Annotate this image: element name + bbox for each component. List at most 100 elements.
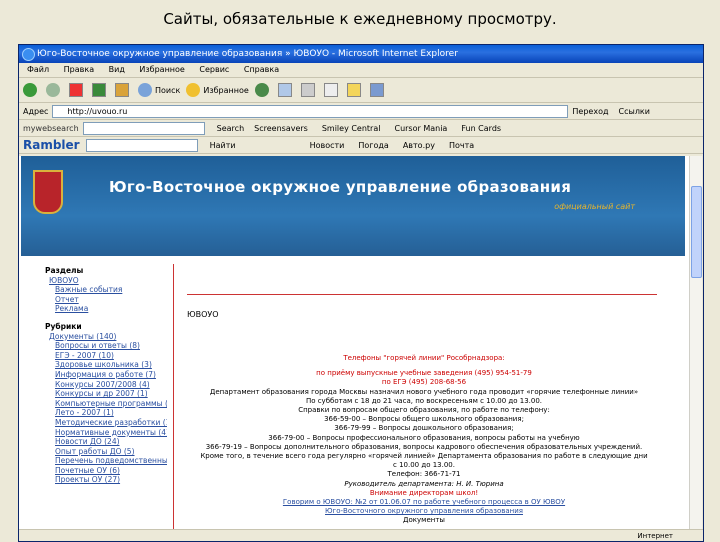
article-line: Департамент образования города Москвы на… — [209, 387, 639, 396]
status-bar: Интернет — [19, 529, 703, 541]
screensavers-button[interactable]: Screensavers — [254, 124, 308, 133]
edit-button[interactable] — [323, 83, 341, 97]
smiley-central-button[interactable]: Smiley Central — [322, 124, 381, 133]
header-divider — [187, 294, 657, 295]
rubric-link[interactable]: Опыт работы ДО (5) — [45, 447, 167, 457]
menu-view[interactable]: Вид — [109, 65, 125, 74]
rambler-logo: Rambler — [23, 138, 80, 152]
menu-tools[interactable]: Сервис — [199, 65, 229, 74]
hotline-phone-2: по ЕГЭ (495) 208-68-56 — [381, 378, 467, 387]
rubric-link[interactable]: Здоровье школьника (3) — [45, 360, 167, 370]
home-icon — [115, 83, 129, 97]
mail-icon — [277, 83, 292, 97]
site-subtitle: официальный сайт — [554, 202, 635, 211]
edit-icon — [323, 83, 338, 97]
rambler-toolbar: Rambler Найти Новости Погода Авто.ру Поч… — [19, 137, 703, 154]
home-button[interactable] — [115, 83, 132, 97]
stop-button[interactable] — [69, 83, 86, 97]
go-button[interactable]: Переход — [572, 107, 608, 116]
search-button[interactable]: Поиск — [138, 83, 180, 97]
rambler-news-button[interactable]: Новости — [310, 141, 345, 150]
site-title: Юго-Восточное окружное управление образо… — [109, 178, 572, 196]
rubric-link[interactable]: Информация о работе (7) — [45, 370, 167, 380]
links-button[interactable]: Ссылки — [619, 107, 650, 116]
favorites-button[interactable]: Избранное — [186, 83, 249, 97]
address-input[interactable]: http://uvouo.ru — [52, 104, 569, 118]
mywebsearch-toolbar: mywebsearch Search Screensavers Smiley C… — [19, 120, 703, 137]
rubric-link[interactable]: Методические разработки (1) — [45, 418, 167, 428]
status-zone: Интернет — [637, 532, 673, 540]
print-button[interactable] — [300, 83, 318, 97]
menu-edit[interactable]: Правка — [64, 65, 94, 74]
rambler-avto-button[interactable]: Авто.ру — [403, 141, 435, 150]
article-line: Кроме того, в течение всего года регуляр… — [200, 452, 648, 470]
article-phone: Телефон: 366-71-71 — [387, 470, 461, 479]
rubric-link[interactable]: Проекты ОУ (27) — [45, 475, 167, 485]
forward-arrow-icon — [46, 83, 60, 97]
window-titlebar[interactable]: Юго-Восточное окружное управление образо… — [19, 45, 703, 63]
rubric-link[interactable]: Перечень подведомственных ОУ (12) — [45, 456, 167, 466]
slide-title: Сайты, обязательные к ежедневному просмо… — [163, 10, 557, 28]
scrollbar-thumb[interactable] — [691, 186, 702, 278]
rubric-link[interactable]: Конкурсы и др 2007 (1) — [45, 389, 167, 399]
menu-favorites[interactable]: Избранное — [139, 65, 184, 74]
article-director: Руководитель департамента: Н. И. Тюрина — [344, 479, 504, 488]
hotline-phone-1: по приёму выпускные учебные заведения (4… — [316, 369, 532, 378]
window-title: Юго-Восточное окружное управление образо… — [37, 49, 458, 59]
menu-bar: Файл Правка Вид Избранное Сервис Справка — [19, 63, 703, 78]
article-line: 366-59-00 – Вопросы общего школьного обр… — [324, 415, 524, 424]
rubric-link[interactable]: Почетные ОУ (6) — [45, 466, 167, 476]
vertical-scrollbar[interactable] — [689, 156, 702, 530]
rubric-link[interactable]: ЕГЭ - 2007 (10) — [45, 351, 167, 361]
sidebar-heading-rubrics: Рубрики — [45, 321, 82, 331]
messenger-button[interactable] — [369, 83, 387, 97]
article-line: 366-79-99 – Вопросы дошкольного образова… — [334, 424, 514, 433]
mywebsearch-logo: mywebsearch — [23, 123, 79, 133]
search-icon — [138, 83, 152, 97]
sidebar-link[interactable]: ЮВОУО — [45, 276, 167, 286]
messenger-icon — [369, 83, 384, 97]
fun-cards-button[interactable]: Fun Cards — [461, 124, 501, 133]
address-bar: Адрес http://uvouo.ru Переход Ссылки — [19, 103, 703, 120]
article-link[interactable]: Юго-Восточного окружного управления обра… — [199, 507, 649, 516]
folder-button[interactable] — [346, 83, 364, 97]
folder-icon — [346, 83, 361, 97]
rubric-link[interactable]: Компьютерные программы (15) — [45, 399, 167, 409]
rubric-link[interactable]: Нормативные документы (4) — [45, 428, 167, 438]
rubric-link[interactable]: Вопросы и ответы (8) — [45, 341, 167, 351]
sidebar-link[interactable]: Реклама — [45, 304, 167, 314]
documents-label: Документы — [403, 516, 445, 525]
mail-button[interactable] — [277, 83, 295, 97]
history-button[interactable] — [254, 83, 272, 97]
article-line: По субботам с 18 до 21 часа, по воскресе… — [305, 396, 543, 405]
hotline-heading: Телефоны "горячей линии" Рособрнадзора: — [343, 354, 505, 362]
back-button[interactable] — [23, 83, 40, 97]
menu-file[interactable]: Файл — [27, 65, 49, 74]
forward-button[interactable] — [46, 83, 63, 97]
article-line: Справки по вопросам общего образования, … — [298, 406, 550, 415]
article-line: 366-79-19 – Вопросы дополнительного обра… — [205, 442, 643, 451]
cursor-mania-button[interactable]: Cursor Mania — [394, 124, 447, 133]
mywebsearch-input[interactable] — [82, 121, 205, 135]
rambler-find-button[interactable]: Найти — [210, 141, 236, 150]
sidebar: Разделы ЮВОУО Важные события Отчет Рекла… — [45, 264, 167, 526]
column-divider — [173, 264, 174, 530]
rubric-link[interactable]: Лето - 2007 (1) — [45, 408, 167, 418]
stop-icon — [69, 83, 83, 97]
sidebar-link[interactable]: Важные события — [45, 285, 167, 295]
page-content: Юго-Восточное окружное управление образо… — [19, 156, 689, 530]
rambler-mail-button[interactable]: Почта — [449, 141, 474, 150]
site-banner: Юго-Восточное окружное управление образо… — [21, 156, 685, 256]
rubric-link[interactable]: Документы (140) — [45, 332, 167, 342]
section-label: ЮВОУО — [187, 310, 219, 319]
article-link[interactable]: Говорим о ЮВОУО: №2 от 01.06.07 по работ… — [199, 498, 649, 507]
rambler-search-input[interactable] — [85, 138, 198, 152]
sidebar-heading-sections: Разделы — [45, 266, 84, 275]
sidebar-link[interactable]: Отчет — [45, 295, 167, 305]
mywebsearch-search-button[interactable]: Search — [217, 124, 244, 133]
menu-help[interactable]: Справка — [244, 65, 279, 74]
rubric-link[interactable]: Конкурсы 2007/2008 (4) — [45, 380, 167, 390]
rambler-weather-button[interactable]: Погода — [358, 141, 388, 150]
refresh-button[interactable] — [92, 83, 109, 97]
rubric-link[interactable]: Новости ДО (24) — [45, 437, 167, 447]
